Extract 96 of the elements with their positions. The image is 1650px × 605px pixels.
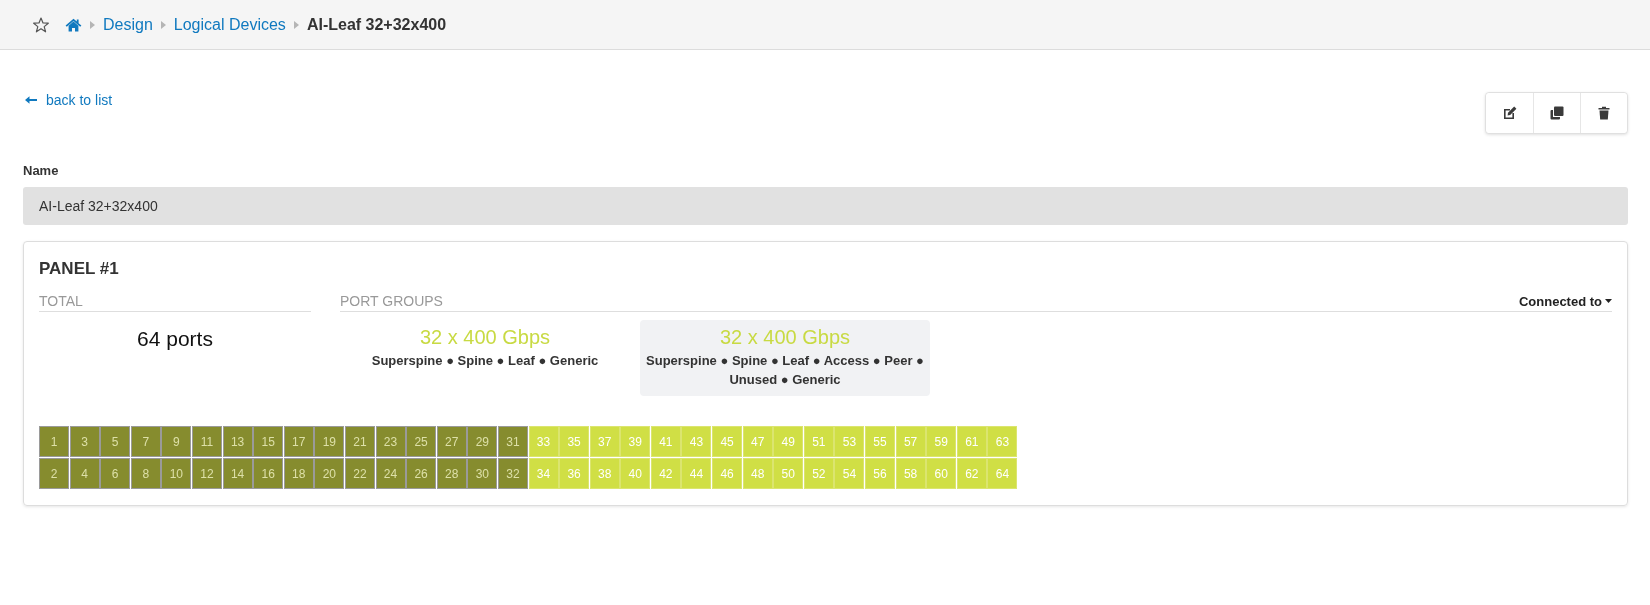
port-count: 64 ports (137, 327, 213, 351)
port-cell[interactable]: 21 (344, 426, 375, 457)
field-label: Name (23, 163, 59, 179)
port-group-card[interactable]: 32 x 400 Gbps Superspine ● Spine ● Leaf ● Access ● Peer ● Unused ● Generic (640, 320, 930, 396)
port-cell[interactable]: 61 (956, 426, 987, 457)
port-cell[interactable]: 7 (130, 426, 161, 457)
port-cell[interactable]: 27 (436, 426, 467, 457)
back-link[interactable]: back to list (25, 91, 113, 109)
port-cell[interactable]: 9 (161, 426, 192, 457)
breadcrumb-link[interactable]: Logical Devices (173, 15, 286, 34)
panel-title: PANEL #1 (39, 258, 119, 280)
port-cell[interactable]: 24 (375, 458, 406, 489)
port-group-speed: 32 x 400 Gbps (419, 326, 551, 349)
home-link[interactable] (65, 17, 82, 32)
caret-right-icon (293, 20, 299, 29)
port-cell[interactable]: 56 (865, 458, 896, 489)
edit-icon (1502, 106, 1517, 120)
port-cell[interactable]: 43 (681, 426, 712, 457)
port-cell[interactable]: 6 (100, 458, 131, 489)
port-cell[interactable]: 51 (803, 426, 834, 457)
port-cell[interactable]: 3 (69, 426, 100, 457)
port-cell[interactable]: 13 (222, 426, 253, 457)
port-cell[interactable]: 50 (773, 458, 804, 489)
port-cell[interactable]: 45 (712, 426, 743, 457)
section-heading: TOTAL (39, 293, 83, 309)
port-cell[interactable]: 8 (130, 458, 161, 489)
home-icon (65, 17, 82, 32)
port-cell[interactable]: 28 (436, 458, 467, 489)
port-cell[interactable]: 11 (191, 426, 222, 457)
port-cell[interactable]: 18 (283, 458, 314, 489)
clone-button[interactable] (1533, 93, 1580, 133)
port-cell[interactable]: 41 (650, 426, 681, 457)
port-group-roles: Superspine ● Spine ● Leaf ● Access ● Peer ● Unused ● Generic (646, 352, 924, 389)
port-cell[interactable]: 30 (467, 458, 498, 489)
port-cell[interactable]: 64 (987, 458, 1018, 489)
port-cell[interactable]: 62 (956, 458, 987, 489)
port-cell[interactable]: 47 (742, 426, 773, 457)
caret-right-icon (90, 20, 95, 29)
port-cell[interactable]: 44 (681, 458, 712, 489)
port-cell[interactable]: 63 (987, 426, 1018, 457)
clone-icon (1550, 106, 1564, 120)
port-cell[interactable]: 2 (39, 458, 69, 489)
caret-down-icon (1605, 299, 1612, 303)
port-cell[interactable]: 20 (314, 458, 345, 489)
port-cell[interactable]: 26 (406, 458, 437, 489)
breadcrumb-link[interactable]: Design (103, 15, 153, 34)
port-cell[interactable]: 53 (834, 426, 865, 457)
name-field[interactable]: AI-Leaf 32+32x400 (23, 187, 1628, 225)
breadcrumb-current: AI-Leaf 32+32x400 (306, 15, 447, 34)
delete-button[interactable] (1580, 93, 1627, 133)
port-cell[interactable]: 59 (926, 426, 957, 457)
port-cell[interactable]: 23 (375, 426, 406, 457)
port-cell[interactable]: 29 (467, 426, 498, 457)
port-cell[interactable]: 35 (559, 426, 590, 457)
port-cell[interactable]: 58 (895, 458, 926, 489)
port-group-roles: Superspine ● Spine ● Leaf ● Generic (371, 352, 599, 370)
trash-icon (1597, 106, 1611, 120)
port-cell[interactable]: 55 (865, 426, 896, 457)
port-cell[interactable]: 34 (528, 458, 559, 489)
port-cell[interactable]: 48 (742, 458, 773, 489)
favorite-button[interactable] (33, 16, 49, 33)
port-cell[interactable]: 16 (253, 458, 284, 489)
port-cell[interactable]: 4 (69, 458, 100, 489)
star-icon (33, 16, 49, 33)
arrow-left-icon (25, 96, 37, 104)
port-cell[interactable]: 49 (773, 426, 804, 457)
port-cell[interactable]: 31 (497, 426, 528, 457)
port-cell[interactable]: 33 (528, 426, 559, 457)
connected-to-dropdown[interactable]: Connected to (1518, 293, 1612, 309)
port-cell[interactable]: 37 (589, 426, 620, 457)
port-cell[interactable]: 36 (559, 458, 590, 489)
port-cell[interactable]: 17 (283, 426, 314, 457)
port-cell[interactable]: 40 (620, 458, 651, 489)
port-cell[interactable]: 25 (406, 426, 437, 457)
port-cell[interactable]: 19 (314, 426, 345, 457)
port-cell[interactable]: 57 (895, 426, 926, 457)
port-cell[interactable]: 32 (497, 458, 528, 489)
port-cell[interactable]: 38 (589, 458, 620, 489)
port-cell[interactable]: 46 (712, 458, 743, 489)
section-heading: PORT GROUPS (340, 293, 443, 309)
caret-right-icon (160, 20, 166, 29)
port-group-speed: 32 x 400 Gbps (719, 326, 851, 349)
port-cell[interactable]: 5 (100, 426, 131, 457)
port-cell[interactable]: 60 (926, 458, 957, 489)
port-group-card[interactable]: 32 x 400 Gbps Superspine ● Spine ● Leaf ● Generic (340, 320, 630, 377)
port-cell[interactable]: 39 (620, 426, 651, 457)
port-cell[interactable]: 22 (344, 458, 375, 489)
port-cell[interactable]: 14 (222, 458, 253, 489)
edit-button[interactable] (1486, 93, 1533, 133)
port-cell[interactable]: 1 (39, 426, 69, 457)
port-cell[interactable]: 15 (253, 426, 284, 457)
port-cell[interactable]: 42 (650, 458, 681, 489)
port-cell[interactable]: 54 (834, 458, 865, 489)
port-cell[interactable]: 10 (161, 458, 192, 489)
port-cell[interactable]: 12 (191, 458, 222, 489)
port-cell[interactable]: 52 (803, 458, 834, 489)
